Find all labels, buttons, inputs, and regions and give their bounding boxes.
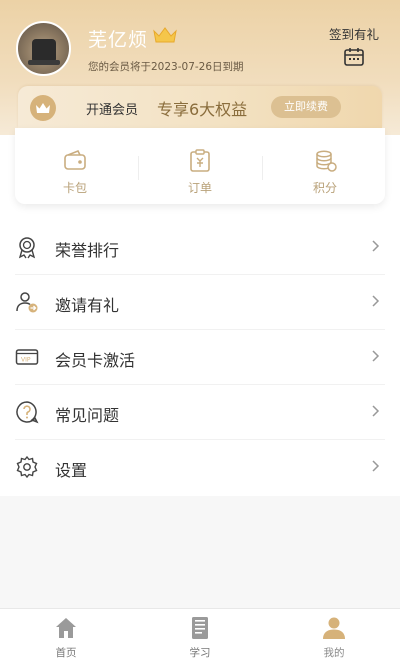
invite-user-icon <box>16 292 38 313</box>
chevron-right-icon <box>372 460 380 472</box>
vip-rights-text: 专享6大权益 <box>157 100 248 119</box>
avatar[interactable] <box>16 21 71 76</box>
vip-open-label: 开通会员 <box>86 103 139 118</box>
quick-item-points[interactable]: 积分 <box>295 148 355 196</box>
membership-expire-text: 您的会员将于2023-07-26日到期 <box>88 61 244 73</box>
quick-item-label: 订单 <box>187 181 212 195</box>
tab-label: 首页 <box>55 647 77 659</box>
avatar-chair-base <box>28 60 60 65</box>
menu-list: 荣誉排行 邀请有礼 VIP 会员卡激活 常见问题 设置 <box>0 220 400 495</box>
quick-item-label: 卡包 <box>62 181 87 195</box>
chevron-right-icon <box>372 295 380 307</box>
wallet-icon <box>64 149 86 170</box>
question-icon <box>16 401 39 424</box>
medal-icon <box>18 237 36 259</box>
divider <box>138 156 139 180</box>
menu-item-label: 荣誉排行 <box>55 241 120 260</box>
bottom-tab-bar: 首页 学习 我的 <box>0 608 400 666</box>
coins-icon <box>316 150 337 172</box>
signin-label: 签到有礼 <box>328 27 379 42</box>
menu-item-label: 常见问题 <box>55 406 120 425</box>
username: 芜亿烦 <box>88 29 149 51</box>
empty-area <box>0 496 400 608</box>
menu-item-faq[interactable]: 常见问题 <box>15 385 385 440</box>
order-icon <box>190 149 210 172</box>
calendar-icon <box>344 48 364 66</box>
home-icon <box>56 618 76 638</box>
svg-text:VIP: VIP <box>21 357 31 364</box>
quick-item-order[interactable]: 订单 <box>170 148 230 196</box>
menu-item-vip-card-activate[interactable]: VIP 会员卡激活 <box>15 330 385 385</box>
menu-item-invite[interactable]: 邀请有礼 <box>15 275 385 330</box>
avatar-chair-shape <box>32 39 56 61</box>
menu-item-honor-ranking[interactable]: 荣誉排行 <box>15 220 385 275</box>
divider <box>262 156 263 180</box>
quick-item-wallet[interactable]: 卡包 <box>45 148 105 196</box>
chevron-right-icon <box>372 240 380 252</box>
tab-home[interactable]: 首页 <box>36 615 96 660</box>
crown-icon <box>153 27 177 43</box>
vip-card-icon: VIP <box>15 349 39 365</box>
gear-icon <box>16 455 38 479</box>
renew-button[interactable]: 立即续费 <box>271 96 341 118</box>
menu-item-settings[interactable]: 设置 <box>15 440 385 495</box>
quick-item-label: 积分 <box>312 181 337 195</box>
book-icon <box>192 617 208 639</box>
signin-button[interactable]: 签到有礼 <box>326 24 382 67</box>
vip-banner[interactable]: 开通会员 专享6大权益 立即续费 <box>18 86 382 128</box>
menu-item-label: 会员卡激活 <box>55 351 136 370</box>
menu-item-label: 邀请有礼 <box>55 296 120 315</box>
quick-actions-card: 卡包 订单 积分 <box>15 128 385 204</box>
tab-mine[interactable]: 我的 <box>304 615 364 660</box>
user-icon <box>323 617 345 639</box>
vip-crown-icon <box>30 95 56 121</box>
chevron-right-icon <box>372 405 380 417</box>
chevron-right-icon <box>372 350 380 362</box>
menu-item-label: 设置 <box>55 461 88 480</box>
tab-label: 学习 <box>189 647 211 659</box>
tab-study[interactable]: 学习 <box>170 615 230 660</box>
tab-label: 我的 <box>323 647 345 659</box>
